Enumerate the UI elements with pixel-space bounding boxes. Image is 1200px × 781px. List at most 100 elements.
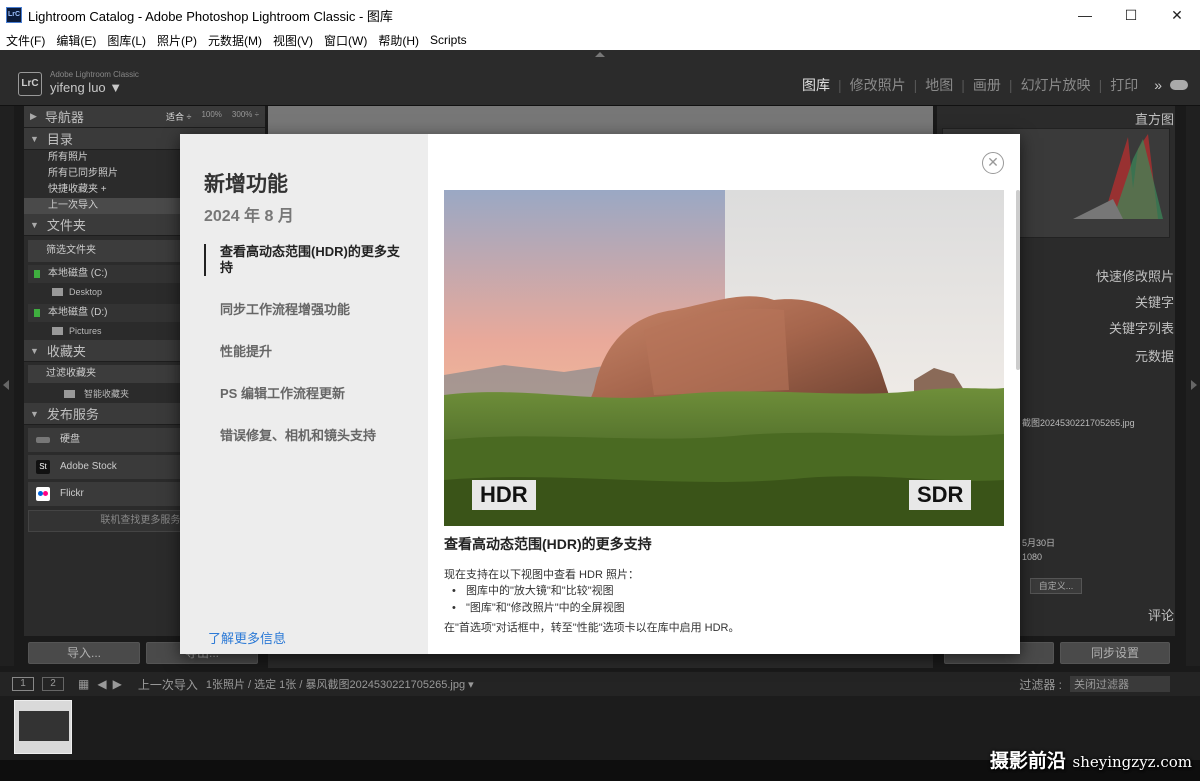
disk-status-icon xyxy=(34,309,40,317)
collapse-icon: ▼ xyxy=(30,133,39,144)
display-1-button[interactable]: 1 xyxy=(12,677,34,691)
module-map[interactable]: 地图 xyxy=(917,75,961,95)
module-book[interactable]: 画册 xyxy=(965,75,1009,95)
user-account-menu[interactable]: yifeng luo ▼ xyxy=(50,80,122,95)
menu-edit[interactable]: 编辑(E) xyxy=(50,32,101,49)
filmstrip-toolbar: 1 2 ▦ ◀ ▶ 上一次导入 1张照片 / 选定 1张 / 暴风截图20245… xyxy=(0,672,1200,696)
collapse-icon: ▼ xyxy=(30,219,39,230)
more-modules-icon[interactable]: » xyxy=(1146,77,1170,93)
watermark-domain: sheyingzyz.com xyxy=(1072,753,1192,771)
close-window-button[interactable]: ✕ xyxy=(1154,0,1200,30)
maximize-button[interactable]: ☐ xyxy=(1108,0,1154,30)
catalog-label: 目录 xyxy=(46,132,73,147)
import-button[interactable]: 导入... xyxy=(28,642,140,664)
histogram-header[interactable]: 直方图 xyxy=(1135,109,1174,128)
nav-performance[interactable]: 性能提升 xyxy=(204,344,412,360)
publish-flickr-label: Flickr xyxy=(60,488,84,499)
module-library[interactable]: 图库 xyxy=(794,75,838,95)
brand-subtitle: Adobe Lightroom Classic xyxy=(50,70,139,79)
hdr-sdr-landscape-image xyxy=(444,190,1004,526)
back-arrow-icon[interactable]: ◀ xyxy=(97,677,106,691)
content-bullets: 图库中的"放大镜"和"比较"视图 "图库"和"修改照片"中的全屏视图 xyxy=(452,583,625,617)
content-footer: 在"首选项"对话框中，转至"性能"选项卡以在库中启用 HDR。 xyxy=(444,622,740,634)
sync-settings-button[interactable]: 同步设置 xyxy=(1060,642,1170,664)
content-bullet: 图库中的"放大镜"和"比较"视图 xyxy=(452,583,625,600)
comments-header[interactable]: 评论 xyxy=(1148,605,1174,624)
grid-view-icon[interactable]: ▦ xyxy=(78,677,89,691)
close-dialog-button[interactable]: ✕ xyxy=(982,152,1004,174)
content-title: 查看高动态范围(HDR)的更多支持 xyxy=(444,536,652,552)
dialog-scrollbar[interactable] xyxy=(1016,190,1020,370)
menu-metadata[interactable]: 元数据(M) xyxy=(202,32,267,49)
dialog-date: 2024 年 8 月 xyxy=(204,208,294,225)
module-slideshow[interactable]: 幻灯片放映 xyxy=(1013,75,1099,95)
content-bullet: "图库"和"修改照片"中的全屏视图 xyxy=(452,600,625,617)
window-title: Lightroom Catalog - Adobe Photoshop Ligh… xyxy=(28,8,393,24)
module-print[interactable]: 打印 xyxy=(1102,75,1146,95)
filmstrip-thumbnail[interactable] xyxy=(14,700,72,754)
menu-scripts[interactable]: Scripts xyxy=(424,33,472,47)
folder-pictures-label: Pictures xyxy=(69,326,102,336)
folders-label: 文件夹 xyxy=(46,218,86,233)
collections-label: 收藏夹 xyxy=(46,344,86,359)
quick-develop-header[interactable]: 快速修改照片 xyxy=(1096,266,1174,285)
filter-select[interactable]: 关闭过滤器 xyxy=(1070,676,1170,692)
menu-view[interactable]: 视图(V) xyxy=(267,32,318,49)
dialog-nav: 查看高动态范围(HDR)的更多支持 同步工作流程增强功能 性能提升 PS 编辑工… xyxy=(204,244,412,470)
watermark: 摄影前沿 sheyingzyz.com xyxy=(990,746,1192,773)
publish-hard-drive-label: 硬盘 xyxy=(60,434,80,445)
hdr-comparison-image: HDR SDR xyxy=(444,190,1004,526)
module-picker: 图库 | 修改照片 | 地图 | 画册 | 幻灯片放映 | 打印 » xyxy=(794,75,1188,95)
publish-label: 发布服务 xyxy=(46,407,99,422)
disk-status-icon xyxy=(34,270,40,278)
collapse-right-panel-icon[interactable] xyxy=(1191,380,1197,390)
nav-ps-edit-workflow[interactable]: PS 编辑工作流程更新 xyxy=(204,386,412,402)
minimize-button[interactable]: — xyxy=(1062,0,1108,30)
nav-sync-workflow[interactable]: 同步工作流程增强功能 xyxy=(204,302,412,318)
learn-more-link[interactable]: 了解更多信息 xyxy=(208,628,286,647)
metadata-date: 5月30日 xyxy=(1022,538,1056,548)
menu-help[interactable]: 帮助(H) xyxy=(372,32,424,49)
keyword-list-header[interactable]: 关键字列表 xyxy=(1109,318,1174,337)
smart-collection-icon xyxy=(64,390,75,398)
publish-adobe-stock-label: Adobe Stock xyxy=(60,461,117,472)
collapse-icon: ▼ xyxy=(30,408,39,419)
forward-arrow-icon[interactable]: ▶ xyxy=(113,677,122,691)
navigator-label: 导航器 xyxy=(44,110,84,125)
nav-bug-fixes[interactable]: 错误修复、相机和镜头支持 xyxy=(204,428,412,444)
sdr-label: SDR xyxy=(909,480,972,510)
metadata-dimensions: 1080 xyxy=(1022,552,1043,562)
nav-hdr-support[interactable]: 查看高动态范围(HDR)的更多支持 xyxy=(204,244,412,276)
folder-icon xyxy=(52,288,63,296)
hdr-label: HDR xyxy=(472,480,536,510)
zoom-100[interactable]: 100% xyxy=(201,110,221,123)
menu-photo[interactable]: 照片(P) xyxy=(151,32,202,49)
cloud-sync-icon[interactable] xyxy=(1170,80,1188,90)
menu-library[interactable]: 图库(L) xyxy=(101,32,151,49)
filmstrip-info: 1张照片 / 选定 1张 / 暴风截图2024530221705265.jpg … xyxy=(205,679,474,691)
content-intro: 现在支持在以下视图中查看 HDR 照片： xyxy=(444,569,639,581)
menu-bar: 文件(F) 编辑(E) 图库(L) 照片(P) 元数据(M) 视图(V) 窗口(… xyxy=(0,30,1200,50)
display-2-button[interactable]: 2 xyxy=(42,677,64,691)
metadata-header[interactable]: 元数据 xyxy=(1135,346,1174,365)
smart-collection-label: 智能收藏夹 xyxy=(84,389,130,399)
navigator-header[interactable]: ▶ 导航器 适合 ÷ 100% 300% ÷ xyxy=(24,106,265,128)
filmstrip-source[interactable]: 上一次导入 xyxy=(138,676,198,693)
metadata-filename: 截图2024530221705265.jpg xyxy=(1022,418,1135,428)
lrc-logo-icon: LrC xyxy=(18,72,42,96)
collapse-left-panel-icon[interactable] xyxy=(3,380,9,390)
disk-c-label: 本地磁盘 (C:) xyxy=(48,268,108,279)
flickr-icon xyxy=(36,487,50,501)
menu-window[interactable]: 窗口(W) xyxy=(318,32,372,49)
zoom-fit[interactable]: 适合 ÷ xyxy=(166,110,191,123)
collapse-top-panel-icon[interactable] xyxy=(595,52,605,57)
module-develop[interactable]: 修改照片 xyxy=(842,75,914,95)
keywording-header[interactable]: 关键字 xyxy=(1135,292,1174,311)
zoom-300[interactable]: 300% ÷ xyxy=(232,110,259,123)
dialog-title: 新增功能 xyxy=(204,173,288,196)
folder-desktop-label: Desktop xyxy=(69,287,103,297)
customize-metadata-button[interactable]: 自定义... xyxy=(1030,578,1082,594)
whats-new-dialog: 新增功能 2024 年 8 月 查看高动态范围(HDR)的更多支持 同步工作流程… xyxy=(180,134,1020,654)
hard-drive-icon xyxy=(36,437,50,443)
menu-file[interactable]: 文件(F) xyxy=(0,32,50,49)
